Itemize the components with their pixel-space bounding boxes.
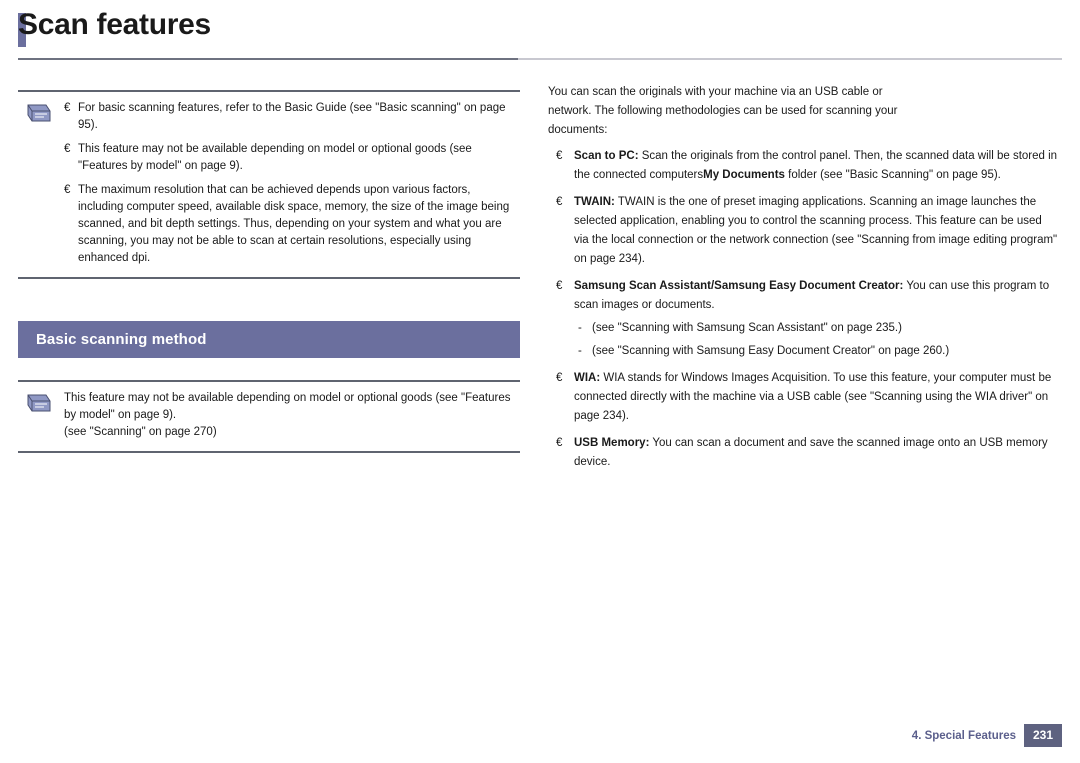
sub-list-text: (see "Scanning with Samsung Scan Assista…: [592, 322, 902, 334]
note-text: For basic scanning features, refer to th…: [78, 102, 506, 131]
header-rule-dark: [18, 58, 518, 60]
bullet-dot: €: [556, 280, 563, 292]
bullet-dot: €: [556, 437, 563, 449]
sub-list-item: - (see "Scanning with Samsung Easy Docum…: [548, 342, 1058, 361]
dash-marker: -: [578, 322, 582, 334]
list-item-text: WIA stands for Windows Images Acquisitio…: [574, 372, 1052, 422]
bullet-dot: €: [64, 184, 71, 196]
note-body-top: € For basic scanning features, refer to …: [64, 100, 514, 267]
list-item-label: Scan to PC:: [574, 150, 639, 162]
page-title: Scan features: [18, 8, 211, 41]
right-column: You can scan the originals with your mac…: [548, 84, 1058, 472]
note-text: (see "Scanning" on page 270): [64, 426, 217, 438]
note-line: € This feature may not be available depe…: [64, 141, 514, 175]
sub-list-item: - (see "Scanning with Samsung Scan Assis…: [548, 319, 1058, 338]
note-text: This feature may not be available depend…: [78, 143, 472, 172]
note-icon: [26, 392, 52, 414]
note-line: € The maximum resolution that can be ach…: [64, 182, 514, 267]
note-box-bottom: This feature may not be available depend…: [18, 380, 520, 453]
note-body-bottom: This feature may not be available depend…: [64, 390, 514, 441]
list-item-wia: € WIA: WIA stands for Windows Images Acq…: [548, 369, 1058, 426]
intro-line: You can scan the originals with your mac…: [548, 86, 883, 98]
list-item-label: Samsung Scan Assistant/Samsung Easy Docu…: [574, 280, 904, 292]
note-line: € For basic scanning features, refer to …: [64, 100, 514, 134]
section-heading: Basic scanning method: [18, 321, 520, 358]
note-box-top: € For basic scanning features, refer to …: [18, 90, 520, 279]
intro-line: network. The following methodologies can…: [548, 105, 898, 117]
bullet-dot: €: [556, 150, 563, 162]
note-text: This feature may not be available depend…: [64, 392, 511, 421]
document-page: Scan features € For basic scanning featu…: [0, 0, 1080, 763]
bullet-dot: €: [64, 143, 71, 155]
list-item-scan-to-pc: € Scan to PC: Scan the originals from th…: [548, 147, 1058, 185]
list-item-bold-tail: My Documents: [703, 169, 785, 181]
note-icon: [26, 102, 52, 124]
footer-chapter: 4. Special Features: [911, 729, 1016, 742]
list-item-scan-assistant: € Samsung Scan Assistant/Samsung Easy Do…: [548, 277, 1058, 315]
list-item-text: TWAIN is the one of preset imaging appli…: [574, 196, 1058, 265]
list-item-usb-memory: € USB Memory: You can scan a document an…: [548, 434, 1058, 472]
list-item-label: TWAIN:: [574, 196, 615, 208]
bullet-dot: €: [64, 102, 71, 114]
dash-marker: -: [578, 345, 582, 357]
footer-page-number: 231: [1024, 724, 1062, 747]
list-item-twain: € TWAIN: TWAIN is the one of preset imag…: [548, 193, 1058, 269]
list-item-tail: folder (see "Basic Scanning" on page 95)…: [784, 169, 1001, 181]
footer: 4. Special Features 231: [912, 724, 1062, 747]
sub-list-text: (see "Scanning with Samsung Easy Documen…: [592, 345, 950, 357]
list-item-label: WIA:: [574, 372, 601, 384]
note-text: The maximum resolution that can be achie…: [78, 184, 510, 264]
intro-line: documents:: [548, 124, 608, 136]
bullet-dot: €: [556, 196, 563, 208]
bullet-dot: €: [556, 372, 563, 384]
left-column: € For basic scanning features, refer to …: [18, 90, 520, 453]
list-item-label: USB Memory:: [574, 437, 650, 449]
